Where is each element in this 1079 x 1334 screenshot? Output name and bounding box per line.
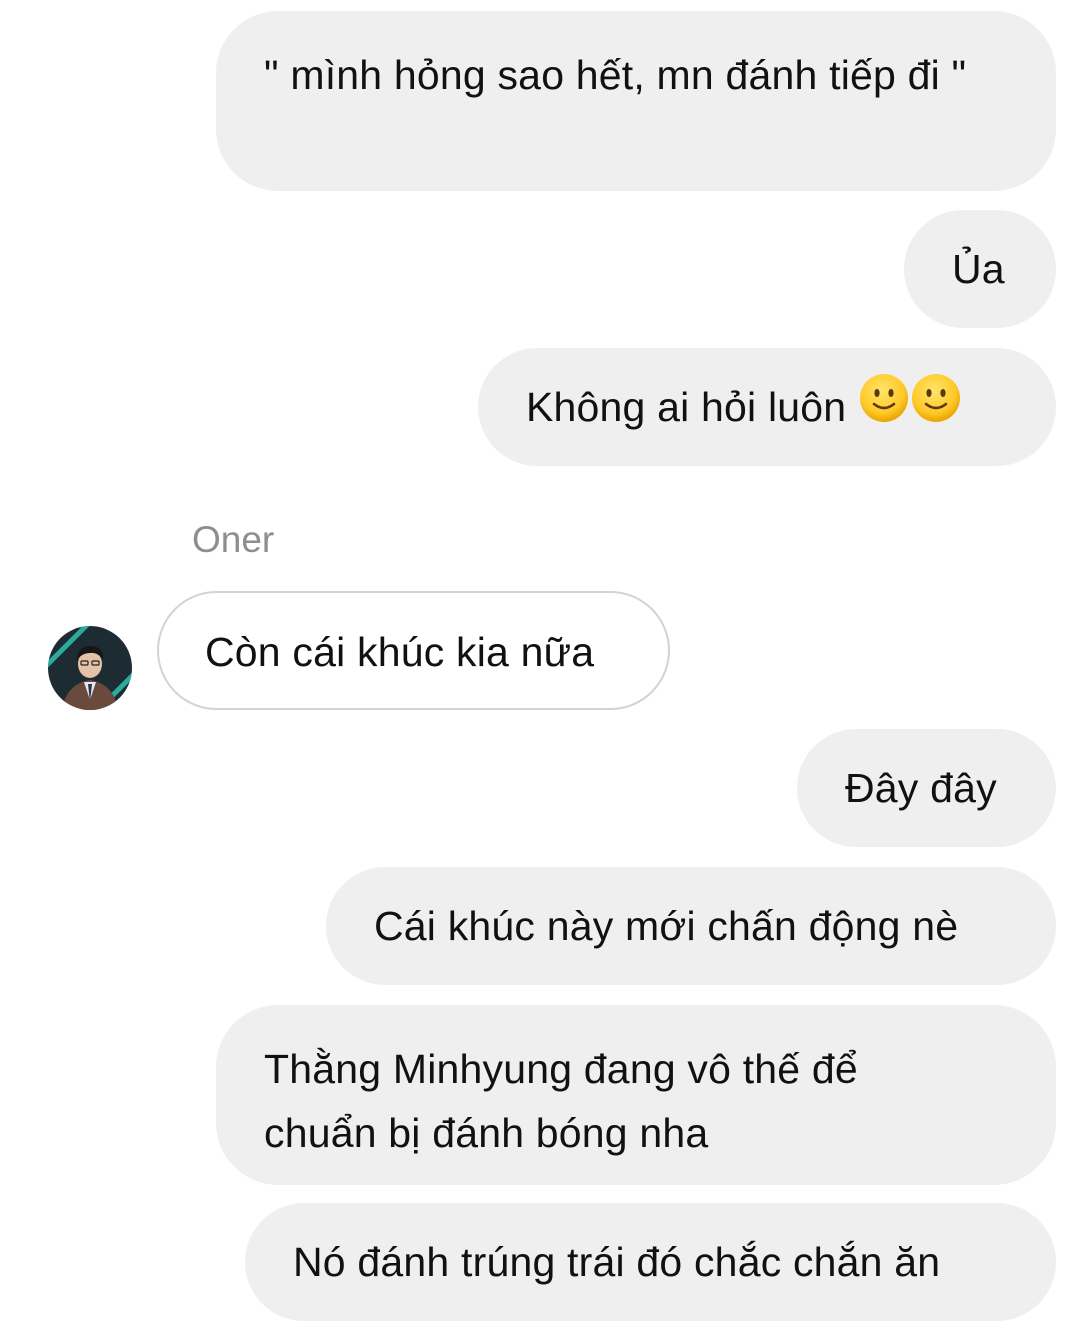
slightly-smiling-face-icon: [858, 372, 910, 442]
message-text: Nó đánh trúng trái đó chắc chắn ăn: [293, 1239, 941, 1285]
message-bubble-outgoing[interactable]: Thằng Minhyung đang vô thế để chuẩn bị đ…: [216, 1005, 1056, 1185]
message-bubble-outgoing[interactable]: Không ai hỏi luôn: [478, 348, 1056, 466]
message-text: Cái khúc này mới chấn động nè: [374, 903, 959, 949]
message-bubble-incoming[interactable]: Còn cái khúc kia nữa: [157, 591, 670, 710]
message-text: Còn cái khúc kia nữa: [205, 629, 595, 675]
slightly-smiling-face-icon: [910, 372, 962, 442]
message-text: Đây đây: [845, 765, 997, 811]
message-text: Không ai hỏi luôn: [526, 384, 847, 430]
avatar[interactable]: [48, 626, 132, 710]
message-bubble-outgoing[interactable]: Nó đánh trúng trái đó chắc chắn ăn: [245, 1203, 1056, 1321]
message-text: Ủa: [952, 246, 1005, 292]
message-bubble-outgoing[interactable]: Ủa: [904, 210, 1056, 328]
sender-name: Oner: [192, 519, 275, 560]
message-bubble-outgoing[interactable]: Cái khúc này mới chấn động nè: [326, 867, 1056, 985]
message-bubble-outgoing[interactable]: Đây đây: [797, 729, 1056, 847]
message-text: Thằng Minhyung đang vô thế để chuẩn bị đ…: [264, 1046, 858, 1156]
message-text: " mình hỏng sao hết, mn đánh tiếp đi ": [264, 52, 967, 98]
message-bubble-outgoing[interactable]: " mình hỏng sao hết, mn đánh tiếp đi ": [216, 11, 1056, 191]
avatar-image: [48, 626, 132, 710]
